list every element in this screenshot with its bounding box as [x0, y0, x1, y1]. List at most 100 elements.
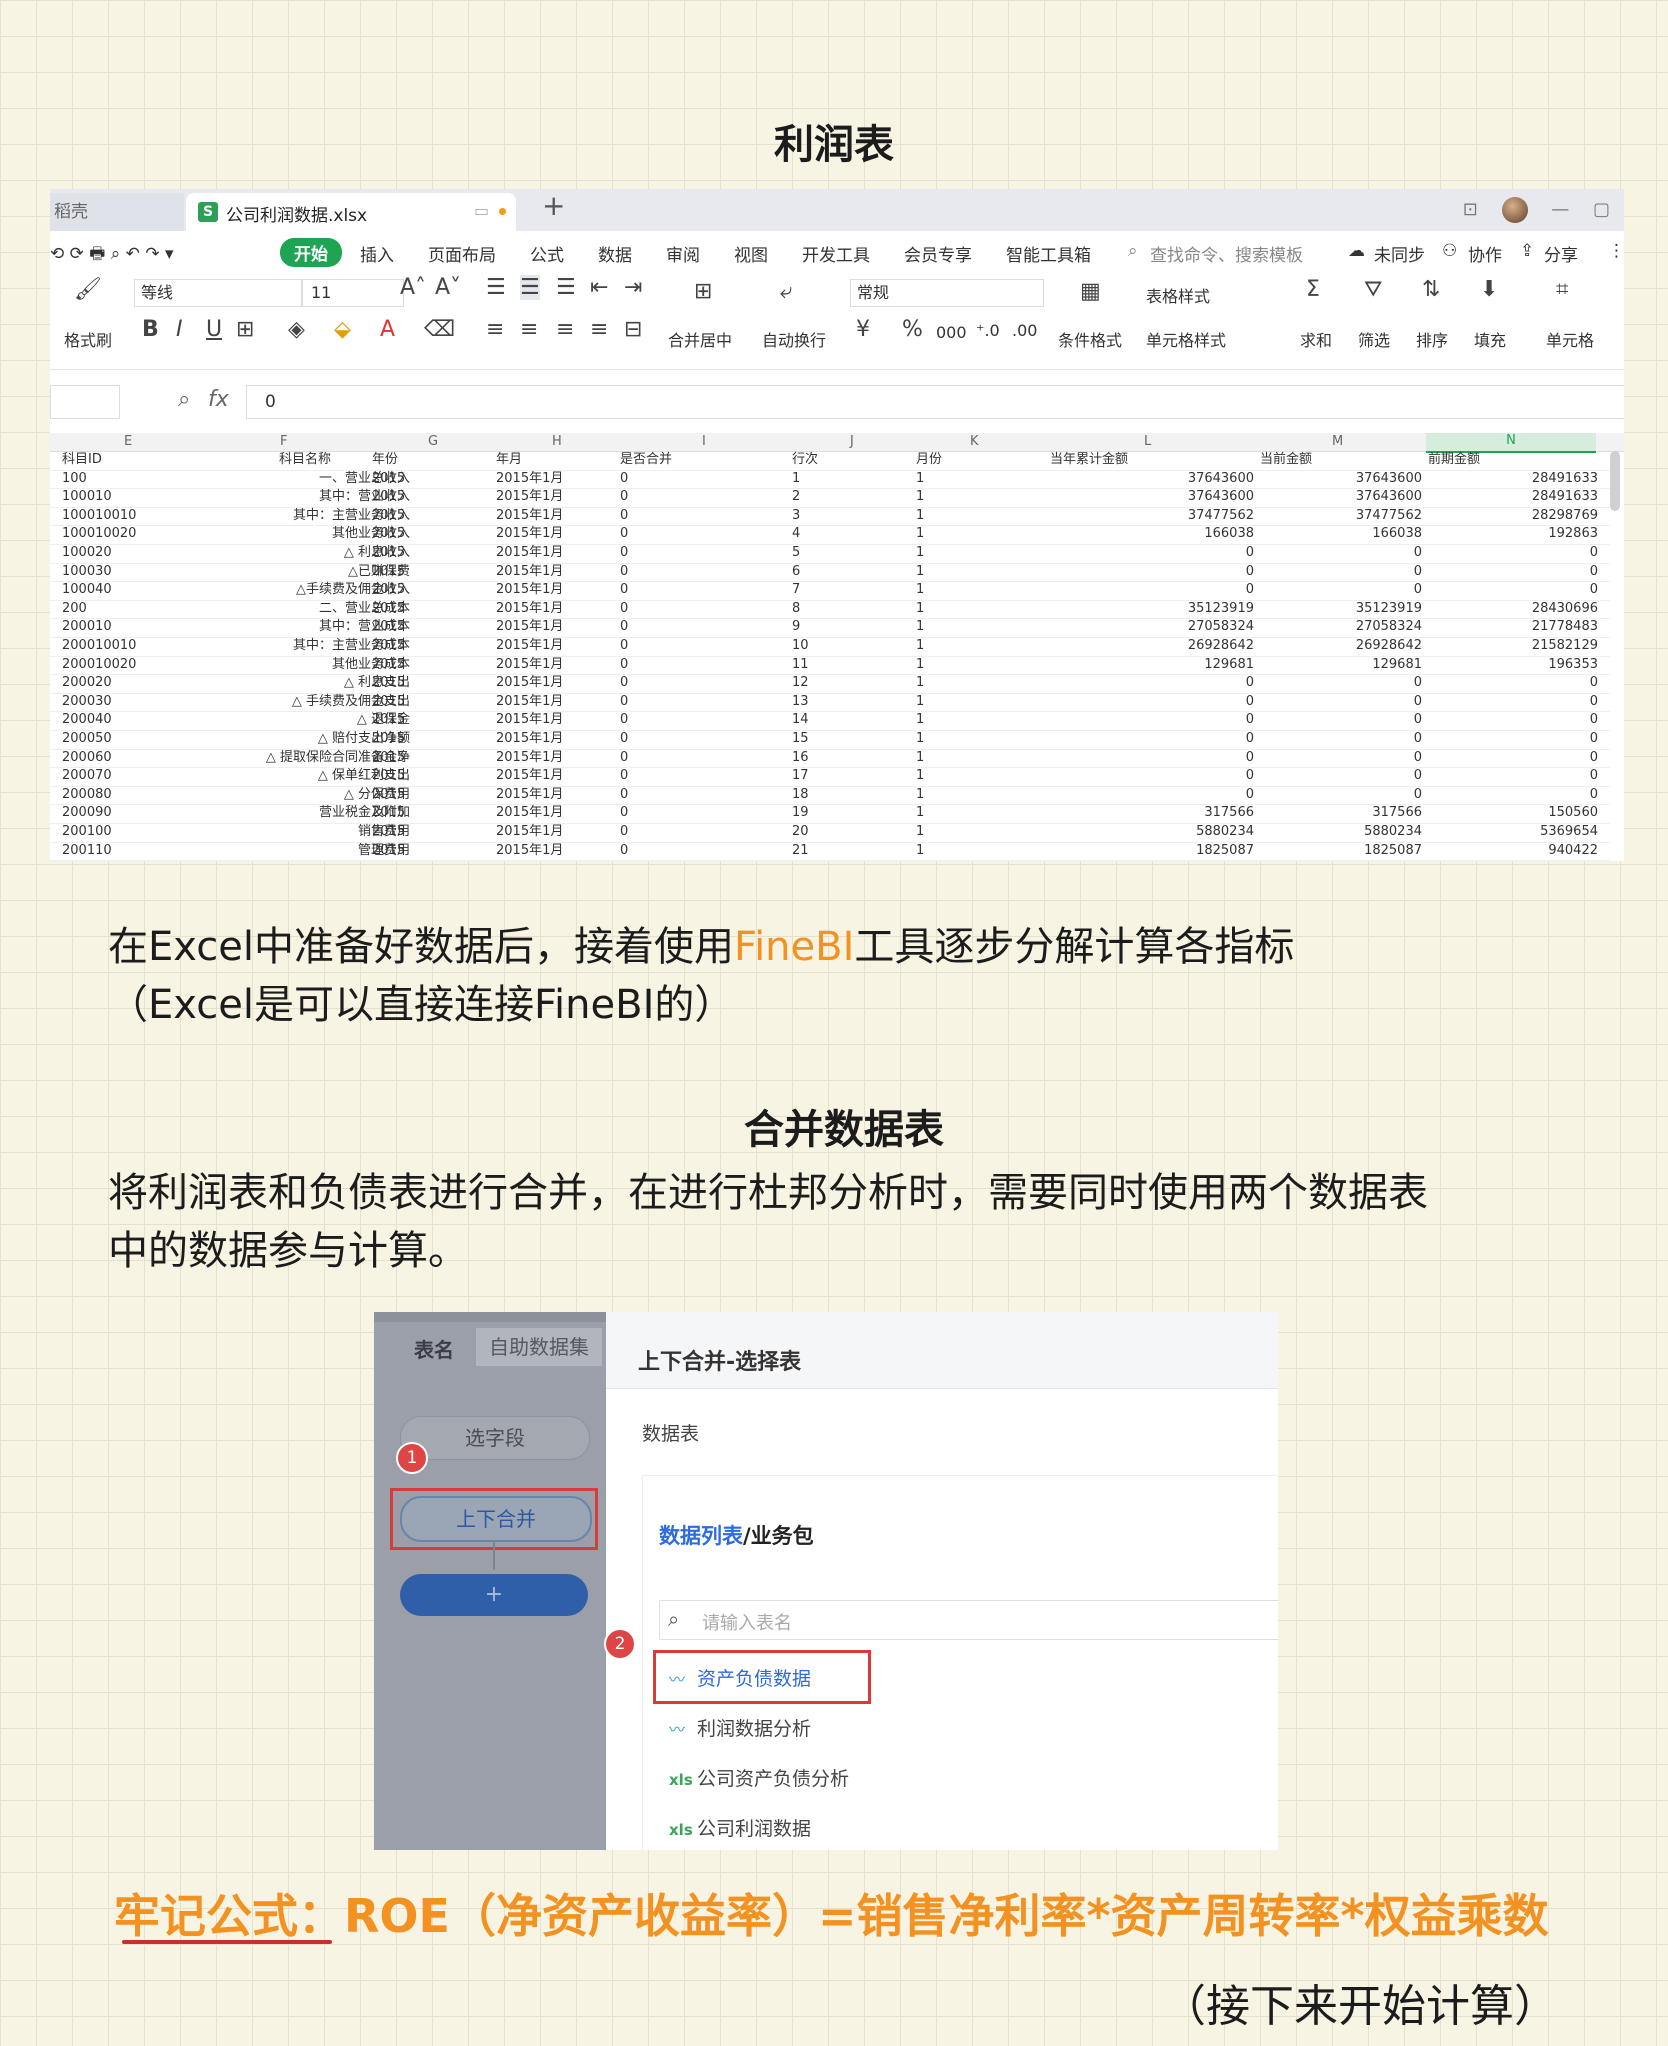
table-cell[interactable]: 37643600: [1260, 488, 1422, 507]
format-painter-label[interactable]: 格式刷: [64, 327, 112, 351]
table-cell[interactable]: 2015年1月: [496, 470, 616, 489]
table-cell[interactable]: 0: [1260, 730, 1422, 749]
table-cell[interactable]: 26928642: [1260, 637, 1422, 656]
table-cell[interactable]: 200030: [62, 693, 192, 712]
table-cell[interactable]: 0: [1428, 563, 1598, 582]
sum-label[interactable]: 求和: [1300, 327, 1332, 351]
table-cell[interactable]: 2015年1月: [496, 618, 616, 637]
table-cell[interactable]: 0: [1428, 711, 1598, 730]
table-cell[interactable]: 0: [1260, 749, 1422, 768]
highlight-icon[interactable]: ⬙: [334, 317, 351, 342]
menu-insert[interactable]: 插入: [360, 241, 394, 266]
align-bottom-icon[interactable]: ☰: [556, 275, 576, 300]
table-cell[interactable]: 0: [1050, 544, 1254, 563]
table-cell[interactable]: 0: [1050, 563, 1254, 582]
table-row[interactable]: 200090 营业税金及附加 2015 2015年1月 0 19 1 317566 317566…: [50, 804, 1610, 824]
table-cell[interactable]: 21: [792, 842, 912, 861]
table-cell[interactable]: 37643600: [1050, 488, 1254, 507]
table-cell[interactable]: 0: [620, 488, 740, 507]
table-cell[interactable]: 1: [916, 786, 1036, 805]
table-cell[interactable]: 1: [916, 674, 1036, 693]
toolbar-quick-icons[interactable]: ⟲ ⟳ 🖶 ⌕ ↶ ↷ ▾: [50, 241, 174, 270]
italic-icon[interactable]: I: [176, 317, 183, 342]
table-cell[interactable]: 2015年1月: [496, 730, 616, 749]
font-shrink-icon[interactable]: A˅: [435, 275, 461, 300]
header-cell[interactable]: 年月: [496, 451, 616, 470]
table-cell[interactable]: 2015: [372, 804, 462, 823]
table-cell[interactable]: 5369654: [1428, 823, 1598, 842]
table-style-button[interactable]: 表格样式: [1146, 283, 1210, 307]
table-cell[interactable]: 21582129: [1428, 637, 1598, 656]
align-middle-icon[interactable]: ☰: [520, 275, 540, 300]
header-cell[interactable]: 年份: [372, 451, 462, 470]
table-cell[interactable]: 200070: [62, 767, 192, 786]
tab-self-dataset[interactable]: 自助数据集: [476, 1328, 602, 1366]
table-item-company-asset[interactable]: xls 公司资产负债分析: [669, 1764, 849, 1791]
filter-label[interactable]: 筛选: [1358, 327, 1390, 351]
table-cell[interactable]: 1: [916, 525, 1036, 544]
cell-icon[interactable]: ⌗: [1556, 277, 1568, 302]
table-cell[interactable]: 2: [792, 488, 912, 507]
table-cell[interactable]: 17: [792, 767, 912, 786]
table-cell[interactable]: 0: [620, 637, 740, 656]
table-cell[interactable]: 0: [620, 674, 740, 693]
font-grow-icon[interactable]: A˄: [400, 275, 426, 300]
table-row[interactable]: 200010 其中：营业成本 2015 2015年1月 0 9 1 27058324 27058…: [50, 618, 1610, 638]
table-cell[interactable]: 27058324: [1260, 618, 1422, 637]
table-cell[interactable]: 0: [620, 823, 740, 842]
table-cell[interactable]: 2015: [372, 600, 462, 619]
percent-icon[interactable]: %: [902, 317, 923, 342]
table-search-input[interactable]: ⌕ 请输入表名: [659, 1600, 1278, 1640]
table-cell[interactable]: 2015: [372, 470, 462, 489]
table-row[interactable]: 100010020 其他业务收入 2015 2015年1月 0 4 1 166038 16603…: [50, 525, 1610, 545]
table-cell[interactable]: 0: [620, 786, 740, 805]
table-cell[interactable]: 200010020: [62, 656, 192, 675]
table-cell[interactable]: 20: [792, 823, 912, 842]
table-cell[interactable]: 0: [620, 711, 740, 730]
table-row[interactable]: 200110 管理费用 2015 2015年1月 0 21 1 1825087 1825087 9…: [50, 842, 1610, 861]
table-cell[interactable]: 0: [620, 693, 740, 712]
table-cell[interactable]: 18: [792, 786, 912, 805]
table-cell[interactable]: 0: [620, 581, 740, 600]
menu-developer[interactable]: 开发工具: [802, 241, 870, 266]
table-cell[interactable]: 129681: [1260, 656, 1422, 675]
col-letter[interactable]: E: [124, 434, 132, 449]
table-cell[interactable]: 0: [1428, 730, 1598, 749]
table-cell[interactable]: 5: [792, 544, 912, 563]
table-cell[interactable]: 2015: [372, 823, 462, 842]
table-cell[interactable]: 2015年1月: [496, 786, 616, 805]
align-center-icon[interactable]: ≡: [520, 317, 538, 342]
table-row[interactable]: 100030 △已赚保费 2015 2015年1月 0 6 1 0 0 0: [50, 563, 1610, 583]
table-cell[interactable]: 200050: [62, 730, 192, 749]
table-cell[interactable]: 129681: [1050, 656, 1254, 675]
header-cell[interactable]: 科目ID: [62, 451, 192, 470]
header-cell[interactable]: 前期金额: [1428, 451, 1598, 470]
font-name-select[interactable]: 等线: [134, 279, 302, 307]
table-cell[interactable]: 100010: [62, 488, 192, 507]
table-cell[interactable]: 100010020: [62, 525, 192, 544]
vertical-scrollbar[interactable]: [1610, 451, 1620, 511]
table-cell[interactable]: 16: [792, 749, 912, 768]
table-cell[interactable]: 2015: [372, 711, 462, 730]
table-cell[interactable]: 0: [1260, 767, 1422, 786]
add-step-button[interactable]: +: [400, 1574, 588, 1616]
select-field-button[interactable]: 选字段: [400, 1416, 590, 1460]
table-cell[interactable]: 192863: [1428, 525, 1598, 544]
table-cell[interactable]: 0: [1260, 786, 1422, 805]
menu-start[interactable]: 开始: [280, 238, 342, 267]
table-cell[interactable]: 2015年1月: [496, 488, 616, 507]
col-letter[interactable]: F: [280, 434, 287, 449]
font-color-icon[interactable]: A: [380, 317, 395, 342]
table-row[interactable]: 200070 △ 保单红利支出 2015 2015年1月 0 17 1 0 0 0: [50, 767, 1610, 787]
table-cell[interactable]: 37643600: [1260, 470, 1422, 489]
table-cell[interactable]: 8: [792, 600, 912, 619]
tab-table-name[interactable]: 表名: [414, 1334, 454, 1363]
table-cell[interactable]: 4: [792, 525, 912, 544]
table-cell[interactable]: 15: [792, 730, 912, 749]
table-row[interactable]: 200 二、营业总成本 2015 2015年1月 0 8 1 35123919 35123919…: [50, 600, 1610, 620]
unsync-button[interactable]: 未同步: [1374, 241, 1425, 266]
thousands-icon[interactable]: 000: [936, 323, 967, 342]
col-letter[interactable]: G: [428, 434, 438, 449]
table-cell[interactable]: 0: [1260, 674, 1422, 693]
table-cell[interactable]: 0: [620, 600, 740, 619]
